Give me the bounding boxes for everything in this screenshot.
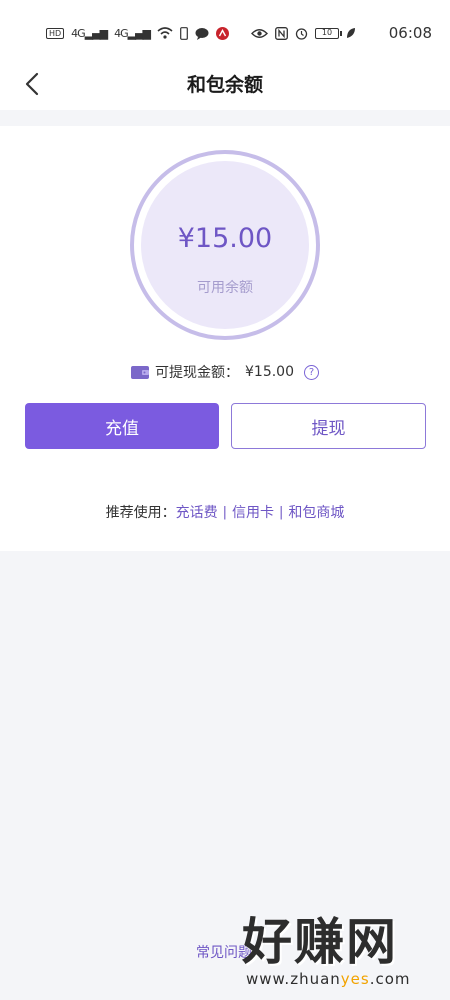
alarm-icon xyxy=(295,27,308,40)
recharge-button[interactable]: 充值 xyxy=(25,403,219,449)
recommend-link-credit-card[interactable]: 信用卡 xyxy=(232,502,274,522)
phone-icon xyxy=(180,26,188,40)
withdraw-button[interactable]: 提现 xyxy=(231,403,426,449)
balance-amount: ¥15.00 xyxy=(177,223,273,254)
balance-circle-inner: ¥15.00 可用余额 xyxy=(141,161,309,329)
eye-icon xyxy=(251,28,268,38)
signal-icon-2: 4G▂▄▆ xyxy=(114,26,151,40)
watermark-logo: 好赚网 xyxy=(242,913,398,971)
withdrawable-label: 可提现金额： xyxy=(155,365,239,381)
watermark: 好赚网 www.zhuanyes.com xyxy=(236,912,436,992)
recommend-link-phone-topup[interactable]: 充话费 xyxy=(176,502,218,522)
withdrawable-amount: ¥15.00 xyxy=(245,364,294,380)
nfc-icon xyxy=(275,26,288,40)
nav-bar: 和包余额 xyxy=(0,62,450,110)
help-icon[interactable]: ? xyxy=(304,364,319,380)
balance-label: 可用余额 xyxy=(197,280,253,296)
signal-icon-1: 4G▂▄▆ xyxy=(71,26,108,40)
message-icon xyxy=(195,27,209,40)
balance-card: ¥15.00 可用余额 可提现金额： ¥15.00 ? 充值 提现 推荐使用： … xyxy=(0,126,450,551)
divider: | xyxy=(279,504,284,520)
wifi-icon xyxy=(157,27,173,39)
status-bar: HD 4G▂▄▆ 4G▂▄▆ 10 06:08 xyxy=(0,0,450,62)
hd-badge: HD xyxy=(45,27,65,39)
recommend-prefix: 推荐使用： xyxy=(105,505,176,521)
divider: | xyxy=(222,504,227,520)
watermark-url: www.zhuanyes.com xyxy=(246,970,411,988)
recommend-row: 推荐使用： 充话费 | 信用卡 | 和包商城 xyxy=(0,502,450,522)
page-title: 和包余额 xyxy=(186,74,263,96)
battery-icon: 10 xyxy=(315,27,342,39)
status-icons: HD 4G▂▄▆ 4G▂▄▆ 10 xyxy=(45,24,356,42)
wallet-icon xyxy=(131,366,149,379)
status-time: 06:08 xyxy=(388,24,432,42)
withdrawable-row: 可提现金额： ¥15.00 ? xyxy=(0,362,450,382)
leaf-icon xyxy=(347,28,355,38)
app-notification-icon xyxy=(216,26,229,40)
balance-circle: ¥15.00 可用余额 xyxy=(130,150,320,340)
recommend-link-mall[interactable]: 和包商城 xyxy=(288,502,344,522)
